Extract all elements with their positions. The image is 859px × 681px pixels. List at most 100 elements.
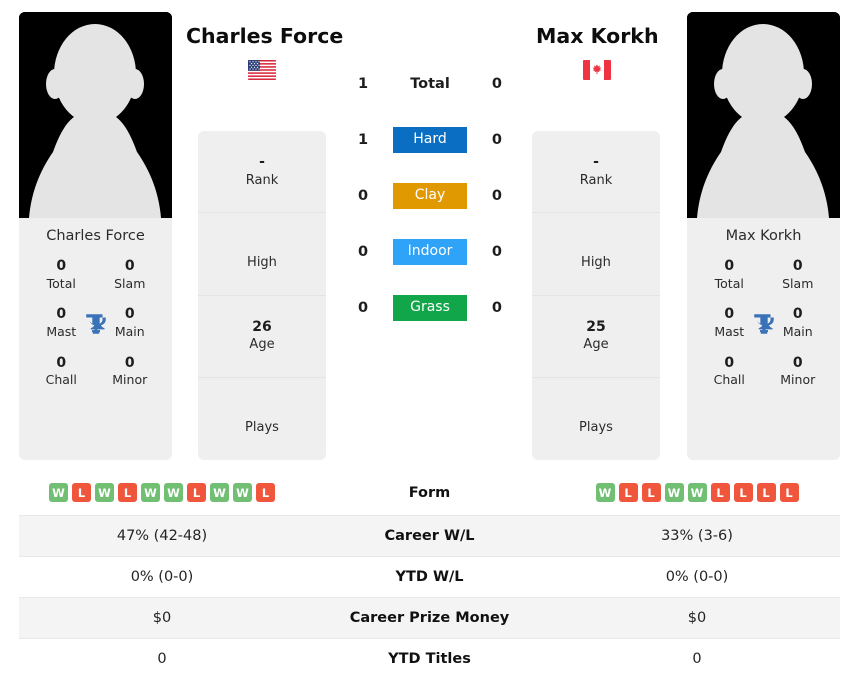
table-row: 0 YTD Titles 0 xyxy=(19,638,840,679)
titles-minor-left: 0 Minor xyxy=(96,355,165,389)
player-info-column-left: - Rank High 26 Age Plays xyxy=(198,131,326,460)
info-rank-value-left: - xyxy=(259,154,265,171)
stat-value-right: 0 xyxy=(692,651,702,667)
stat-label: Career Prize Money xyxy=(349,610,510,626)
h2h-total-label: Total xyxy=(410,76,450,92)
stat-value-left: WLWLWWLWWL xyxy=(19,483,305,502)
info-plays-right: Plays xyxy=(532,378,660,460)
player-card-name-right: Max Korkh xyxy=(725,228,802,244)
stat-label: Form xyxy=(408,484,451,501)
form-badge[interactable]: L xyxy=(756,483,776,502)
form-badge[interactable]: W xyxy=(95,483,114,502)
player-photo-left xyxy=(19,12,172,218)
table-row: 47% (42-48) Career W/L 33% (3-6) xyxy=(19,515,840,556)
h2h-right-score: 0 xyxy=(491,132,502,148)
form-badge[interactable]: W xyxy=(210,483,229,502)
form-badges-left: WLWLWWLWWL xyxy=(19,483,305,502)
h2h-center-column: 1 Total 0 1 Hard 0 0 Clay 0 0 Indoor 0 0 Grass 0 xyxy=(340,56,520,336)
trophy-icon xyxy=(85,313,106,334)
us-flag-icon xyxy=(248,60,276,80)
table-row: 0% (0-0) YTD W/L 0% (0-0) xyxy=(19,556,840,597)
surface-badge-hard[interactable]: Hard xyxy=(393,127,467,153)
player-photo-card-right[interactable]: Max Korkh 0 Total 0 Slam 0 Mast 0 Main 0… xyxy=(687,12,840,460)
form-badge[interactable]: L xyxy=(618,483,638,502)
info-rank-right: - Rank xyxy=(532,131,660,214)
table-row: $0 Career Prize Money $0 xyxy=(19,597,840,638)
form-badge[interactable]: W xyxy=(164,483,183,502)
form-badge[interactable]: W xyxy=(49,483,68,502)
info-plays-left: Plays xyxy=(198,378,326,460)
form-badge[interactable]: L xyxy=(710,483,730,502)
titles-grid-left: 0 Total 0 Slam 0 Mast 0 Main 0 Chall 0 M… xyxy=(27,258,164,389)
surface-badge-grass[interactable]: Grass xyxy=(393,295,467,321)
stat-value-left: 0% (0-0) xyxy=(130,569,194,585)
form-badge[interactable]: L xyxy=(256,483,275,502)
titles-minor-value-left: 0 xyxy=(124,354,135,371)
form-badge[interactable]: W xyxy=(141,483,160,502)
info-plays-label-right: Plays xyxy=(579,419,613,435)
info-rank-label-left: Rank xyxy=(245,172,279,188)
h2h-right-score: 0 xyxy=(491,188,502,204)
stat-value-left: $0 xyxy=(152,610,172,626)
h2h-left-score: 0 xyxy=(358,244,369,260)
titles-total-value-right: 0 xyxy=(724,258,735,274)
titles-total-value-left: 0 xyxy=(56,258,67,274)
info-age-value-left: 26 xyxy=(252,318,272,335)
player-card-body-left: Charles Force 0 Total 0 Slam 0 Mast 0 Ma… xyxy=(19,218,172,397)
player-photo-card-left[interactable]: Charles Force 0 Total 0 Slam 0 Mast 0 Ma… xyxy=(19,12,172,460)
h2h-left-score: 0 xyxy=(358,300,369,316)
titles-minor-value-right: 0 xyxy=(792,354,803,371)
info-high-label-left: High xyxy=(247,254,277,270)
h2h-row-total: 1 Total 0 xyxy=(340,56,520,112)
titles-slam-value-right: 0 xyxy=(792,258,803,274)
titles-total-label-right: Total xyxy=(714,275,744,291)
silhouette-icon xyxy=(687,12,840,218)
form-badge[interactable]: L xyxy=(779,483,799,502)
info-rank-label-right: Rank xyxy=(579,172,613,188)
titles-total-left: 0 Total xyxy=(27,258,96,292)
titles-slam-left: 0 Slam xyxy=(96,258,165,292)
info-rank-left: - Rank xyxy=(198,131,326,214)
h2h-row-grass: 0 Grass 0 xyxy=(340,280,520,336)
titles-chall-value-left: 0 xyxy=(56,354,67,371)
form-badge[interactable]: L xyxy=(733,483,753,502)
form-badge[interactable]: L xyxy=(118,483,137,502)
info-high-right: High xyxy=(532,213,660,296)
info-age-value-right: 25 xyxy=(586,318,606,335)
top-section: Charles Force 0 Total 0 Slam 0 Mast 0 Ma… xyxy=(0,0,859,466)
h2h-right-score: 0 xyxy=(491,76,502,92)
surface-badge-clay[interactable]: Clay xyxy=(393,183,467,209)
h2h-comparison-page: Charles Force 0 Total 0 Slam 0 Mast 0 Ma… xyxy=(0,0,859,681)
form-badge[interactable]: W xyxy=(595,483,615,502)
h2h-left-score: 1 xyxy=(358,132,369,148)
player-name-right[interactable]: Max Korkh xyxy=(536,24,659,48)
info-high-left: High xyxy=(198,213,326,296)
form-badge[interactable]: W xyxy=(233,483,252,502)
form-badge[interactable]: W xyxy=(687,483,707,502)
titles-chall-label-left: Chall xyxy=(45,372,77,388)
stat-value-right: 0% (0-0) xyxy=(665,569,729,585)
info-age-left: 26 Age xyxy=(198,296,326,378)
player-info-column-right: - Rank High 25 Age Plays xyxy=(532,131,660,460)
form-badge[interactable]: L xyxy=(72,483,91,502)
player-name-left[interactable]: Charles Force xyxy=(186,24,343,48)
info-plays-label-left: Plays xyxy=(245,419,279,435)
ca-flag-icon xyxy=(583,60,611,80)
form-badge[interactable]: L xyxy=(641,483,661,502)
titles-slam-value-left: 0 xyxy=(124,258,135,274)
titles-minor-label-right: Minor xyxy=(780,372,816,388)
table-row: W L W L W W L W W L Form W L L W W L L L L xyxy=(19,470,840,515)
titles-grid-right: 0 Total 0 Slam 0 Mast 0 Main 0 Chall 0 M… xyxy=(695,258,832,389)
h2h-left-score: 1 xyxy=(358,76,369,92)
info-age-label-right: Age xyxy=(583,337,609,353)
surface-badge-indoor[interactable]: Indoor xyxy=(393,239,467,265)
form-badge[interactable]: W xyxy=(664,483,684,502)
form-badge[interactable]: L xyxy=(187,483,206,502)
h2h-right-score: 0 xyxy=(491,300,502,316)
stat-value-left: 0 xyxy=(157,651,167,667)
stat-label: YTD Titles xyxy=(388,651,471,667)
h2h-right-score: 0 xyxy=(491,244,502,260)
stat-value-right: 33% (3-6) xyxy=(661,528,733,544)
stat-value-left: 47% (42-48) xyxy=(116,528,208,544)
titles-chall-left: 0 Chall xyxy=(27,355,96,389)
